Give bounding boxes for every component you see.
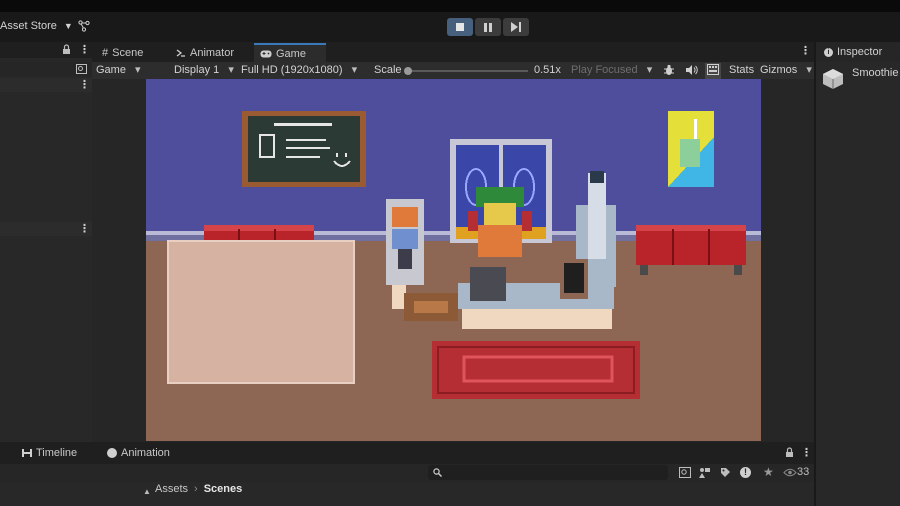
project-tree-panel: ⋮	[0, 222, 92, 442]
bottom-tab-bar: Timeline Animation ⋮	[0, 442, 814, 464]
scale-slider[interactable]	[404, 67, 528, 75]
tab-game[interactable]: Game	[254, 43, 326, 62]
stats-button[interactable]: Stats	[729, 63, 754, 78]
tab-timeline[interactable]: Timeline	[22, 447, 77, 459]
breadcrumb-assets[interactable]: Assets	[155, 483, 188, 495]
filter-by-type-icon[interactable]	[699, 467, 711, 481]
gamepad-icon	[260, 50, 272, 57]
chevron-right-icon: ›	[194, 483, 198, 495]
asset-store-menu[interactable]: Asset Store ▼	[0, 20, 73, 32]
hierarchy-row[interactable]: ⋮	[0, 78, 92, 92]
project-breadcrumb-bar: ▲ Assets › Scenes	[0, 482, 814, 506]
kebab-menu-icon[interactable]: ⋮	[79, 43, 90, 56]
tab-scene-label: Scene	[112, 46, 144, 59]
step-button[interactable]	[503, 18, 529, 36]
kebab-menu-icon[interactable]: ⋮	[79, 222, 90, 235]
play-focused-dropdown[interactable]: Play Focused	[571, 63, 657, 78]
timeline-icon	[22, 449, 32, 457]
search-scope-icon[interactable]	[679, 467, 691, 481]
display-label: Display 1	[174, 64, 220, 76]
inspector-object-name[interactable]: Smoothie	[852, 67, 898, 79]
main-toolbar: Asset Store ▼	[0, 12, 900, 42]
tab-animator-label: Animator	[190, 46, 235, 59]
tab-timeline-label: Timeline	[36, 447, 78, 459]
warning-filter-icon[interactable]: !	[740, 467, 751, 478]
favorite-star-icon[interactable]: ★	[763, 465, 774, 479]
project-search-input[interactable]	[428, 465, 668, 480]
project-search-bar: ! ★ 33	[0, 464, 814, 482]
search-icon	[433, 468, 442, 477]
title-strip	[0, 0, 900, 12]
hash-icon: #	[102, 46, 109, 59]
tab-animation-label: Animation	[121, 447, 170, 459]
play-focused-label: Play Focused	[571, 64, 638, 76]
tab-animation[interactable]: Animation	[107, 447, 170, 459]
scale-label: Scale	[374, 64, 402, 76]
asset-store-label: Asset Store	[0, 20, 57, 32]
animator-icon	[176, 48, 185, 57]
tab-inspector-label: Inspector	[837, 46, 883, 58]
speaker-icon[interactable]	[685, 64, 698, 79]
pause-button[interactable]	[475, 18, 501, 36]
lock-icon[interactable]	[62, 44, 71, 58]
project-tree-header: ⋮	[0, 222, 92, 236]
chevron-down-icon: ▼	[63, 21, 73, 31]
tab-inspector[interactable]: i Inspector	[816, 42, 900, 62]
pause-icon	[484, 22, 492, 32]
view-tabs: # Scene Animator Game ⋮	[92, 42, 814, 62]
inspector-panel: Smoothie	[816, 62, 900, 506]
scale-value: 0.51x	[534, 64, 561, 76]
tab-scene[interactable]: # Scene	[96, 43, 149, 62]
kebab-menu-icon[interactable]: ⋮	[801, 446, 812, 459]
breadcrumb-scenes[interactable]: Scenes	[204, 483, 243, 495]
kebab-menu-icon[interactable]: ⋮	[79, 78, 90, 91]
game-view-label: Game	[96, 64, 126, 76]
gizmos-label: Gizmos	[760, 64, 798, 76]
stop-icon	[456, 23, 464, 31]
game-view-toolbar: Game Display 1 Full HD (1920x1080) Scale…	[92, 62, 814, 79]
hierarchy-header: ⋮	[0, 42, 92, 58]
tab-animator[interactable]: Animator	[170, 43, 240, 62]
pixel-cafe-scene	[146, 79, 761, 441]
search-scope-icon[interactable]	[76, 64, 87, 77]
stop-button[interactable]	[447, 18, 473, 36]
tab-game-label: Game	[276, 47, 306, 60]
eye-icon[interactable]	[783, 468, 797, 480]
keyboard-icon[interactable]	[705, 63, 721, 79]
game-render[interactable]	[146, 79, 761, 441]
bug-icon[interactable]	[663, 64, 675, 79]
gizmos-dropdown[interactable]: Gizmos	[760, 63, 812, 78]
step-icon	[511, 22, 521, 32]
game-view-dropdown[interactable]: Game	[96, 63, 166, 78]
resolution-label: Full HD (1920x1080)	[241, 64, 343, 76]
share-graph-icon[interactable]	[78, 20, 90, 35]
filter-by-label-icon[interactable]	[720, 467, 731, 481]
resolution-dropdown[interactable]: Full HD (1920x1080)	[241, 63, 357, 78]
caret-up-icon[interactable]: ▲	[143, 487, 151, 496]
scale-slider-handle[interactable]	[404, 67, 412, 75]
breadcrumb: Assets › Scenes	[155, 483, 242, 495]
visibility-count: 33	[797, 466, 810, 478]
info-icon: i	[824, 47, 833, 57]
cube-icon	[822, 68, 844, 93]
animation-clock-icon	[107, 448, 117, 458]
display-dropdown[interactable]: Display 1	[174, 63, 234, 78]
hierarchy-search-row	[0, 62, 92, 76]
kebab-menu-icon[interactable]: ⋮	[800, 44, 811, 57]
lock-icon[interactable]	[785, 447, 794, 461]
hierarchy-panel: ⋮ ⋮	[0, 42, 92, 222]
